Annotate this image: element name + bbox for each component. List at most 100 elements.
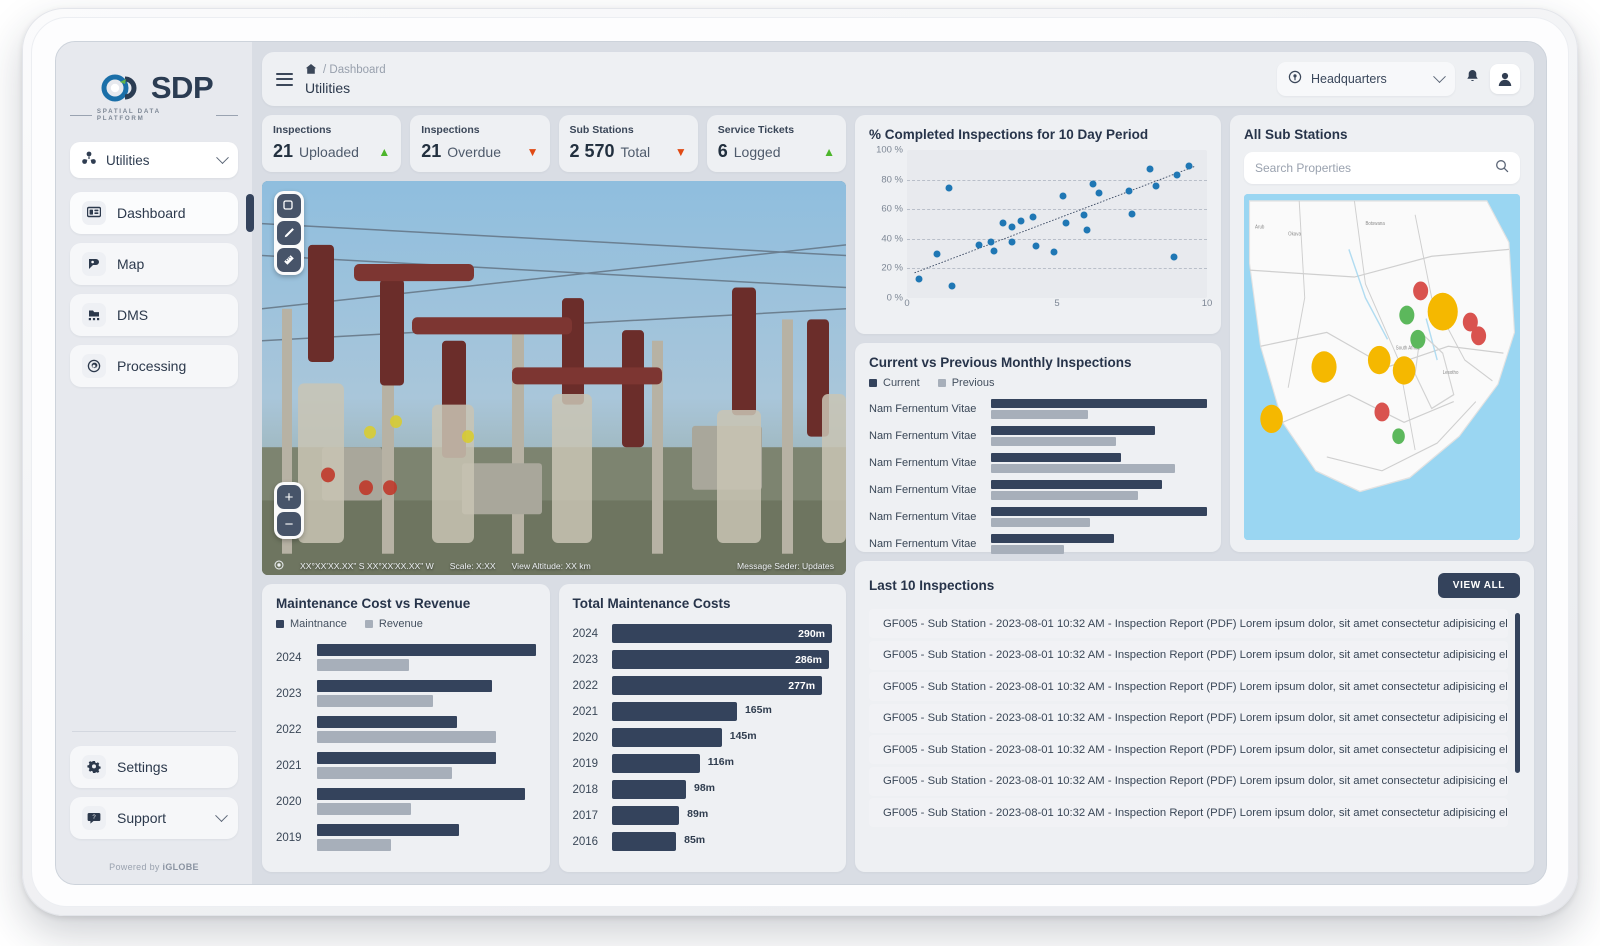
- stat-card-inspections-overdue[interactable]: Inspections 21 Overdue ▼: [410, 115, 549, 172]
- search-icon[interactable]: [1495, 159, 1509, 178]
- zoom-out-button[interactable]: −: [277, 512, 301, 536]
- map-icon: [82, 252, 106, 276]
- map-marker[interactable]: [1393, 356, 1416, 384]
- chart-row: Nam Fernentum Vitae: [869, 426, 1207, 446]
- sidebar-item-map[interactable]: Map: [70, 243, 238, 285]
- map-marker[interactable]: [1260, 405, 1283, 433]
- map-marker[interactable]: [1410, 330, 1425, 349]
- map-tool-stack[interactable]: [274, 191, 304, 275]
- screen: SDP SPATIAL DATA PLATFORM: [55, 41, 1547, 885]
- map-marker[interactable]: [1413, 281, 1428, 300]
- inspections-scrollbar[interactable]: [1515, 613, 1520, 773]
- bar-revenue: [317, 731, 496, 743]
- stat-card-sub-stations-total[interactable]: Sub Stations 2 570 Total ▼: [559, 115, 698, 172]
- category-label: Nam Fernentum Vitae: [869, 511, 981, 523]
- map-marker[interactable]: [1374, 403, 1389, 422]
- legend-item-previous[interactable]: Previous: [938, 377, 995, 389]
- support-icon: ?: [82, 806, 106, 830]
- bar: [612, 780, 687, 799]
- bar-track: 165m: [612, 702, 833, 721]
- sidebar-item-support[interactable]: ? Support: [70, 797, 238, 839]
- list-item[interactable]: GF005 - Sub Station - 2023-08-01 10:32 A…: [869, 704, 1508, 733]
- map-marker[interactable]: [1428, 293, 1458, 331]
- bar-group: [991, 399, 1207, 419]
- home-icon[interactable]: [305, 63, 317, 78]
- list-item[interactable]: GF005 - Sub Station - 2023-08-01 10:32 A…: [869, 798, 1508, 827]
- trendline: [907, 150, 1207, 298]
- scatter-point: [1060, 192, 1067, 199]
- map-marker[interactable]: [1399, 306, 1414, 325]
- map-zoom-controls[interactable]: + −: [274, 482, 304, 539]
- stat-caption: Inspections: [421, 124, 538, 136]
- stats-row: Inspections 21 Uploaded ▲ Inspections: [262, 115, 846, 172]
- app-logo: SDP SPATIAL DATA PLATFORM: [70, 58, 238, 142]
- bar-track: 89m: [612, 806, 833, 825]
- list-item[interactable]: GF005 - Sub Station - 2023-08-01 10:32 A…: [869, 609, 1508, 638]
- category-label: 2023: [573, 654, 603, 666]
- stat-card-inspections-uploaded[interactable]: Inspections 21 Uploaded ▲: [262, 115, 401, 172]
- map-marker[interactable]: [1311, 351, 1336, 382]
- bar-group: [317, 788, 536, 815]
- view-all-button[interactable]: VIEW ALL: [1438, 573, 1520, 598]
- bar-group: [317, 824, 536, 851]
- pin-icon: [1288, 70, 1302, 89]
- select-tool-icon[interactable]: [277, 194, 301, 218]
- list-item[interactable]: GF005 - Sub Station - 2023-08-01 10:32 A…: [869, 672, 1508, 701]
- sidebar-item-dms[interactable]: DMS: [70, 294, 238, 336]
- bar-revenue: [317, 803, 411, 815]
- bar-group: [317, 644, 536, 671]
- inspections-list[interactable]: GF005 - Sub Station - 2023-08-01 10:32 A…: [869, 609, 1520, 860]
- category-label: 2017: [573, 810, 603, 822]
- category-label: 2022: [276, 724, 308, 736]
- bar-current: [991, 480, 1162, 489]
- bar-value-label: 89m: [687, 808, 708, 820]
- chart-title: Maintenance Cost vs Revenue: [276, 596, 536, 611]
- bell-icon[interactable]: [1465, 69, 1480, 89]
- scatter-point: [1171, 253, 1178, 260]
- scatter-point: [1126, 188, 1133, 195]
- legend-item-current[interactable]: Current: [869, 377, 920, 389]
- legend-item-revenue[interactable]: Revenue: [365, 618, 423, 630]
- list-item[interactable]: GF005 - Sub Station - 2023-08-01 10:32 A…: [869, 641, 1508, 670]
- avatar[interactable]: [1490, 64, 1520, 94]
- map-marker[interactable]: [1368, 346, 1391, 374]
- sidebar-item-processing[interactable]: Processing: [70, 345, 238, 387]
- map-marker[interactable]: [1392, 428, 1405, 444]
- location-selector[interactable]: Headquarters: [1277, 62, 1455, 96]
- breadcrumb-current[interactable]: / Dashboard: [323, 64, 386, 76]
- search-input[interactable]: [1255, 161, 1487, 175]
- list-item[interactable]: GF005 - Sub Station - 2023-08-01 10:32 A…: [869, 735, 1508, 764]
- bar-group: [991, 480, 1207, 500]
- y-axis-tick: 40 %: [881, 233, 903, 244]
- bar: 286m: [612, 650, 829, 669]
- bar-previous: [991, 491, 1138, 500]
- draw-tool-icon[interactable]: [277, 221, 301, 245]
- powered-by-prefix: Powered by: [109, 862, 160, 872]
- scatter-point: [946, 185, 953, 192]
- search-properties[interactable]: [1244, 152, 1520, 184]
- category-label: 2018: [573, 784, 603, 796]
- map-viewer[interactable]: + − XX°XX'XX.XX" S XX°XX'XX.XX" W Scale:…: [262, 181, 846, 575]
- bar-value-label: 286m: [795, 654, 822, 666]
- chart-row: 2023: [276, 680, 536, 707]
- bar-value-label: 145m: [730, 730, 757, 742]
- list-item[interactable]: GF005 - Sub Station - 2023-08-01 10:32 A…: [869, 767, 1508, 796]
- stat-card-service-tickets-logged[interactable]: Service Tickets 6 Logged ▲: [707, 115, 846, 172]
- bar-current: [991, 453, 1121, 462]
- bar: [612, 832, 677, 851]
- sidebar-item-processing-label: Processing: [117, 358, 186, 374]
- sub-stations-map[interactable]: BotswanaSouth AfricaLesotho ArubOkava: [1244, 194, 1520, 540]
- hamburger-menu-icon[interactable]: [276, 69, 293, 89]
- sidebar-item-dashboard[interactable]: Dashboard: [70, 192, 238, 234]
- measure-tool-icon[interactable]: [277, 248, 301, 272]
- legend-item-maintnance[interactable]: Maintnance: [276, 618, 347, 630]
- scatter-point: [1084, 226, 1091, 233]
- bar-value-label: 277m: [788, 680, 815, 692]
- bar-track: 85m: [612, 832, 833, 851]
- main-area: / Dashboard Utilities He: [252, 42, 1546, 884]
- map-marker[interactable]: [1471, 326, 1486, 345]
- zoom-in-button[interactable]: +: [277, 485, 301, 509]
- workspace-selector[interactable]: Utilities: [70, 142, 238, 178]
- sidebar-item-settings[interactable]: Settings: [70, 746, 238, 788]
- brand-name: SDP: [151, 72, 213, 103]
